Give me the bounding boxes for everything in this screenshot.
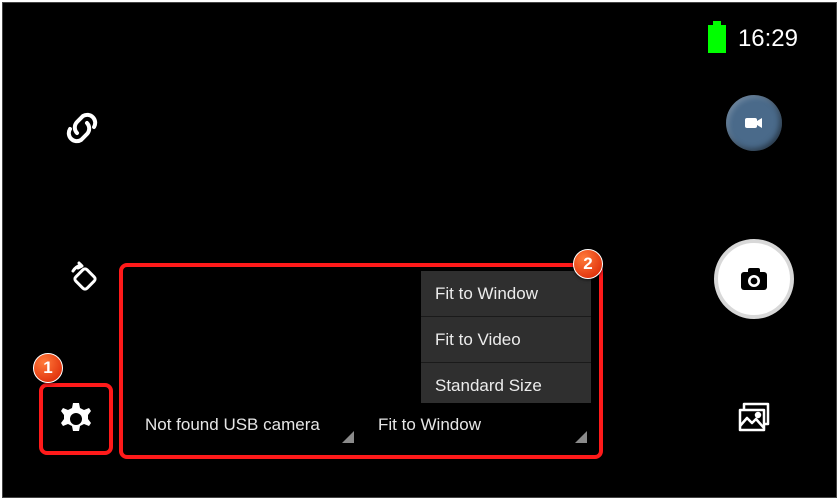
camera-source-spinner[interactable]: Not found USB camera bbox=[131, 403, 358, 447]
gallery-button[interactable] bbox=[731, 395, 777, 441]
fit-mode-dropdown: Fit to Window Fit to Video Standard Size bbox=[421, 271, 591, 409]
fit-mode-label: Fit to Window bbox=[378, 415, 481, 435]
spinner-row: Not found USB camera Fit to Window bbox=[131, 403, 591, 447]
dropdown-item-fit-video[interactable]: Fit to Video bbox=[421, 317, 591, 363]
link-icon[interactable] bbox=[61, 107, 103, 149]
gallery-icon bbox=[732, 396, 776, 440]
record-video-button[interactable] bbox=[726, 95, 782, 151]
fit-mode-spinner[interactable]: Fit to Window bbox=[364, 403, 591, 447]
camera-icon bbox=[737, 262, 771, 296]
camera-source-label: Not found USB camera bbox=[145, 415, 320, 435]
annotation-badge-1: 1 bbox=[33, 353, 63, 383]
gear-icon bbox=[56, 399, 96, 439]
spinner-caret-icon bbox=[342, 431, 354, 443]
shutter-button[interactable] bbox=[714, 239, 794, 319]
rotate-icon[interactable] bbox=[67, 261, 103, 297]
annotation-badge-2: 2 bbox=[573, 249, 603, 279]
settings-button[interactable] bbox=[39, 383, 113, 455]
video-camera-icon bbox=[742, 111, 766, 135]
settings-panel: Fit to Window Fit to Video Standard Size… bbox=[119, 263, 603, 459]
spinner-caret-icon bbox=[575, 431, 587, 443]
right-toolbar bbox=[714, 3, 794, 497]
app-frame: 16:29 bbox=[2, 2, 837, 498]
dropdown-item-fit-window[interactable]: Fit to Window bbox=[421, 271, 591, 317]
